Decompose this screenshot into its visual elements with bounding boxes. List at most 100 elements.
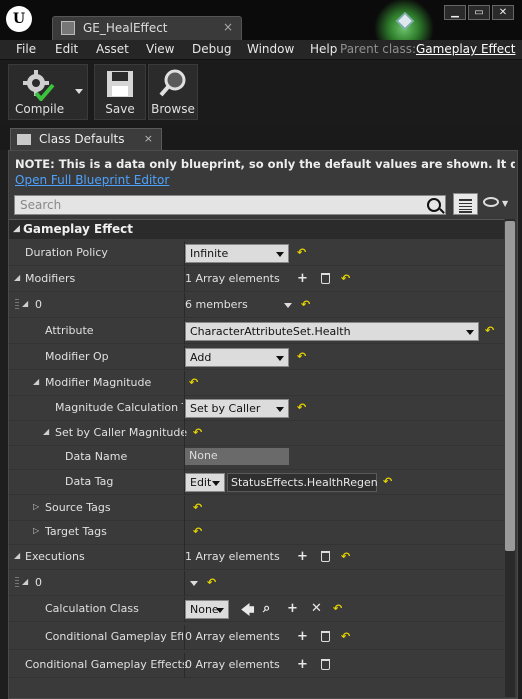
data-name-field[interactable]: None xyxy=(185,448,289,465)
reset-to-default-icon[interactable]: ↶ xyxy=(297,350,306,363)
property-label: Set by Caller Magnitude xyxy=(55,426,188,439)
expanded-arrow-icon[interactable]: ◢ xyxy=(14,273,20,282)
column-splitter[interactable] xyxy=(184,421,185,446)
property-label: Modifier Op xyxy=(45,350,109,363)
expanded-arrow-icon[interactable]: ◢ xyxy=(14,551,20,560)
property-row-conditional-ge-inner: Conditional Gameplay Effec 0 Array eleme… xyxy=(9,625,504,650)
reset-to-default-icon[interactable]: ↶ xyxy=(485,324,494,337)
close-window-button[interactable]: ✕ xyxy=(492,5,514,20)
blueprint-icon xyxy=(61,21,75,35)
menu-window[interactable]: Window xyxy=(247,42,294,56)
browse-find-icon[interactable]: ⌕ xyxy=(263,601,270,616)
search-placeholder: Search xyxy=(20,198,62,212)
property-label: 0 xyxy=(35,298,42,311)
column-splitter[interactable] xyxy=(184,571,185,596)
reset-to-default-icon[interactable]: ↶ xyxy=(297,401,306,414)
column-splitter[interactable] xyxy=(184,496,185,521)
array-count: 0 Array elements xyxy=(185,658,280,671)
reset-to-default-icon[interactable]: ↶ xyxy=(333,602,342,615)
view-options-eye-icon[interactable] xyxy=(483,197,499,207)
use-selected-back-arrow-icon[interactable]: 🡄 xyxy=(241,601,254,623)
drag-handle-icon[interactable] xyxy=(15,299,19,311)
tab-class-defaults[interactable]: Class Defaults × xyxy=(10,128,162,150)
search-icon xyxy=(427,198,441,212)
calculation-class-dropdown[interactable]: None xyxy=(185,600,229,619)
property-matrix-button[interactable] xyxy=(453,193,478,215)
category-gameplay-effect[interactable]: ◢ Gameplay Effect xyxy=(9,219,504,239)
parent-class-link[interactable]: Gameplay Effect xyxy=(416,42,515,56)
save-button[interactable]: Save xyxy=(94,64,146,120)
drag-handle-icon[interactable] xyxy=(15,577,19,589)
attribute-dropdown[interactable]: CharacterAttributeSet.Health xyxy=(185,322,479,341)
document-tab[interactable]: GE_HealEffect × xyxy=(52,16,242,40)
element-menu-arrow-icon[interactable] xyxy=(284,303,292,308)
property-row-data-tag: Data Tag Edit StatusEffects.HealthRegen … xyxy=(9,470,504,495)
menu-asset[interactable]: Asset xyxy=(96,42,129,56)
open-full-editor-link[interactable]: Open Full Blueprint Editor xyxy=(15,173,169,187)
empty-array-icon[interactable] xyxy=(321,631,330,642)
compile-options-arrow-icon[interactable] xyxy=(75,89,83,94)
column-splitter[interactable] xyxy=(184,371,185,396)
reset-to-default-icon[interactable]: ↶ xyxy=(193,525,202,538)
empty-array-icon[interactable] xyxy=(321,659,330,670)
minimize-button[interactable]: ▁ xyxy=(444,5,466,20)
save-label: Save xyxy=(105,102,135,116)
property-label: Attribute xyxy=(45,324,94,337)
reset-to-default-icon[interactable]: ↶ xyxy=(193,501,202,514)
reset-to-default-icon[interactable]: ↶ xyxy=(207,576,216,589)
reset-to-default-icon[interactable]: ↶ xyxy=(383,475,392,488)
new-class-plus-icon[interactable]: + xyxy=(287,601,298,616)
expanded-arrow-icon[interactable]: ◢ xyxy=(43,427,49,436)
array-count: 1 Array elements xyxy=(185,550,280,563)
data-tag-edit-dropdown[interactable]: Edit xyxy=(185,473,225,492)
duration-policy-dropdown[interactable]: Infinite xyxy=(185,244,289,263)
search-input[interactable]: Search xyxy=(14,195,446,215)
menu-edit[interactable]: Edit xyxy=(55,42,78,56)
element-menu-arrow-icon[interactable] xyxy=(190,581,198,586)
reset-to-default-icon[interactable]: ↶ xyxy=(189,376,198,389)
chevron-down-icon xyxy=(216,608,224,613)
panel-tab-strip: Class Defaults × xyxy=(0,124,522,150)
collapsed-arrow-icon[interactable]: ▷ xyxy=(33,502,39,511)
expanded-arrow-icon[interactable]: ◢ xyxy=(33,377,39,386)
view-options-arrow-icon[interactable]: ▼ xyxy=(502,199,508,208)
property-row-modifiers: ◢ Modifiers 1 Array elements + ↶ xyxy=(9,267,504,292)
browse-button[interactable]: Browse xyxy=(148,64,198,120)
reset-to-default-icon[interactable]: ↶ xyxy=(301,298,310,311)
close-tab-icon[interactable]: × xyxy=(223,20,233,34)
empty-array-icon[interactable] xyxy=(321,273,330,284)
maximize-button[interactable]: ▭ xyxy=(468,5,490,20)
data-only-note: NOTE: This is a data only blueprint, so … xyxy=(15,157,515,171)
clear-icon[interactable]: ✕ xyxy=(311,601,322,616)
column-splitter[interactable] xyxy=(184,520,185,545)
expanded-arrow-icon[interactable]: ◢ xyxy=(22,577,28,586)
reset-to-default-icon[interactable]: ↶ xyxy=(341,630,350,643)
close-panel-icon[interactable]: × xyxy=(144,132,153,145)
reset-to-default-icon[interactable]: ↶ xyxy=(193,426,202,439)
expanded-arrow-icon[interactable]: ◢ xyxy=(22,299,28,308)
collapsed-arrow-icon[interactable]: ▷ xyxy=(33,526,39,535)
menu-help[interactable]: Help xyxy=(310,42,337,56)
reset-to-default-icon[interactable]: ↶ xyxy=(297,246,306,259)
empty-array-icon[interactable] xyxy=(321,551,330,562)
add-element-icon[interactable]: + xyxy=(297,629,308,644)
add-element-icon[interactable]: + xyxy=(297,657,308,672)
modifier-op-dropdown[interactable]: Add xyxy=(185,348,289,367)
scrollbar-thumb[interactable] xyxy=(505,221,515,551)
property-label: Executions xyxy=(25,550,85,563)
array-count: 0 Array elements xyxy=(185,630,280,643)
menu-view[interactable]: View xyxy=(146,42,174,56)
menu-debug[interactable]: Debug xyxy=(192,42,231,56)
property-label: Magnitude Calculation Ty xyxy=(55,401,183,414)
compile-button[interactable]: Compile xyxy=(8,64,88,120)
add-element-icon[interactable]: + xyxy=(297,271,308,286)
property-label: Conditional Gameplay Effec xyxy=(45,630,183,643)
magnitude-calc-type-dropdown[interactable]: Set by Caller xyxy=(185,399,289,418)
property-row-source-tags: ▷ Source Tags ↶ xyxy=(9,496,504,521)
menu-file[interactable]: File xyxy=(16,42,36,56)
reset-to-default-icon[interactable]: ↶ xyxy=(341,272,350,285)
blueprint-editor-window: U GE_HealEffect × ▁ ▭ ✕ File Edit Asset … xyxy=(0,0,522,699)
add-element-icon[interactable]: + xyxy=(297,549,308,564)
unreal-logo-icon: U xyxy=(6,6,32,32)
reset-to-default-icon[interactable]: ↶ xyxy=(341,550,350,563)
